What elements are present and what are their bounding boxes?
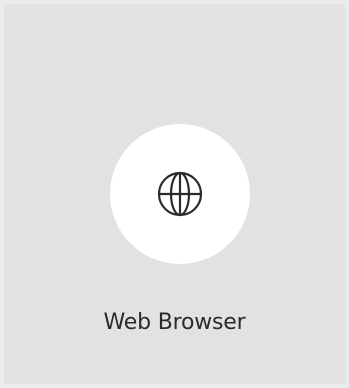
globe-icon [155,169,205,219]
app-icon-circle[interactable] [110,124,250,264]
app-label: Web Browser [103,310,246,335]
